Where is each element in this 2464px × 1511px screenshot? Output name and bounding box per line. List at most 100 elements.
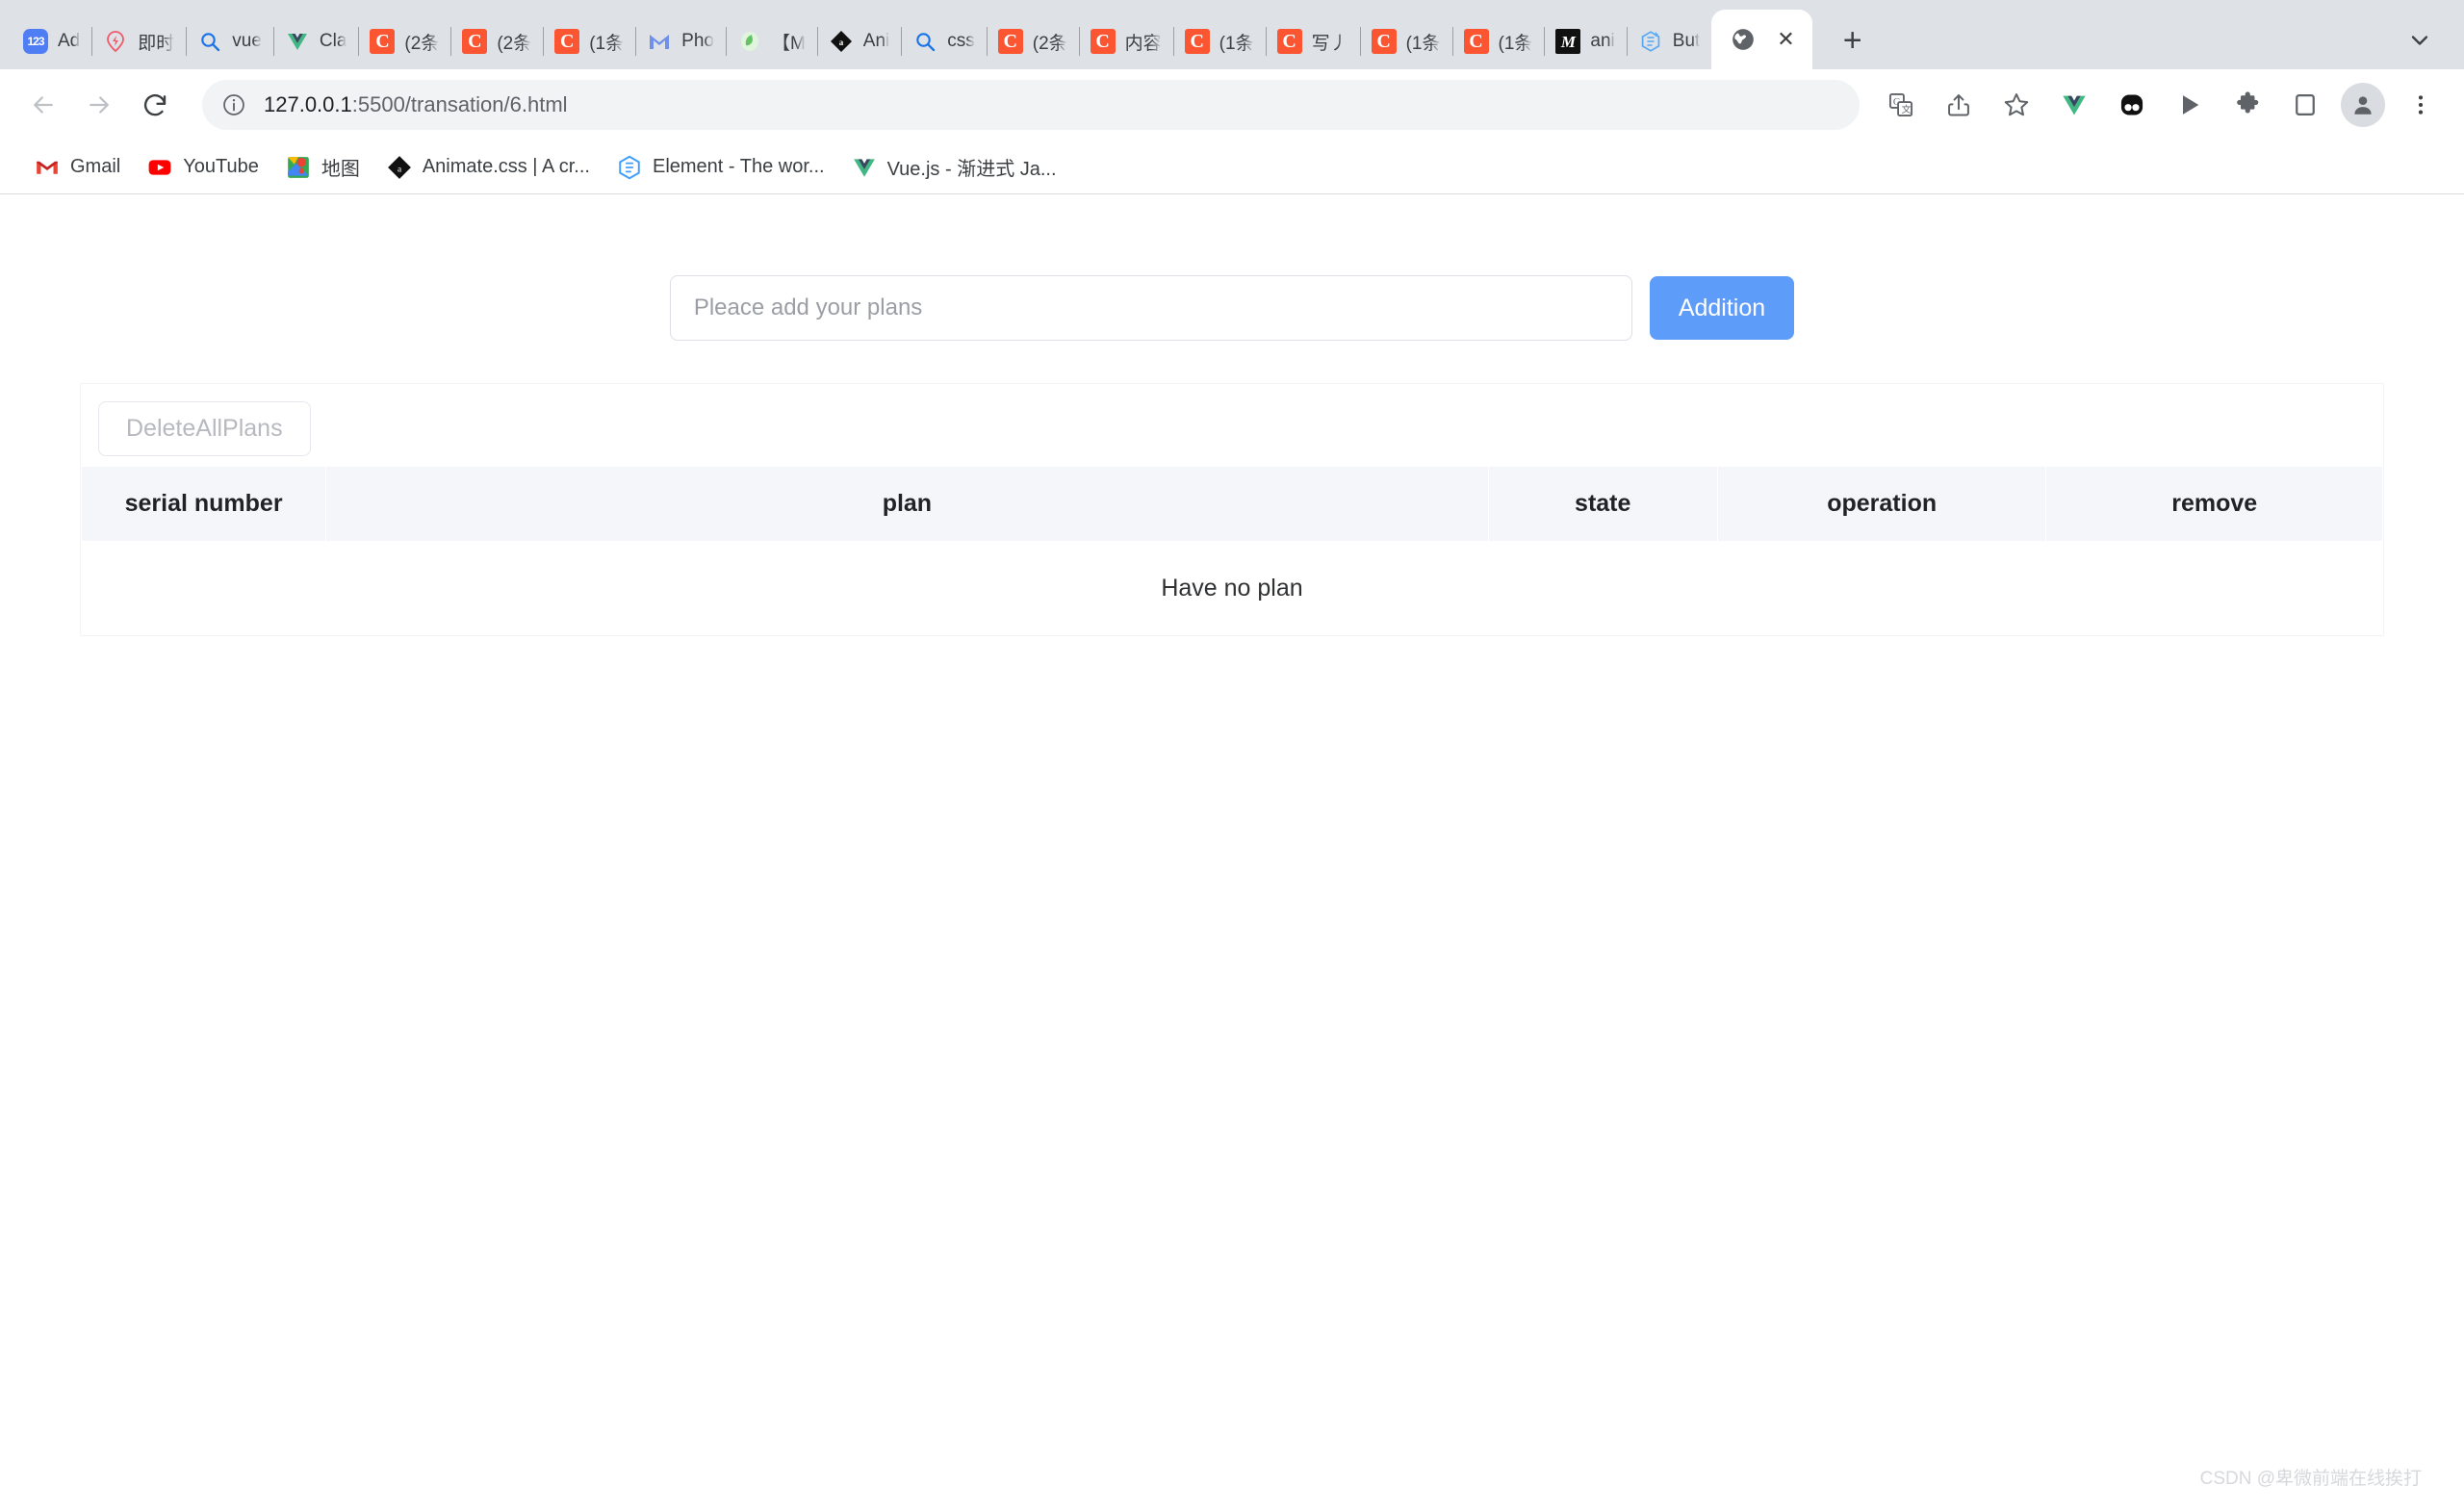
side-panel-icon[interactable]: [2279, 79, 2331, 131]
tab-18[interactable]: But: [1626, 13, 1712, 69]
tab-strip: 123 Ad 即时 vue Cla C (2条 C (2条 C (1条 Pho 【M a Ani css C (2…: [0, 0, 2464, 69]
csdn-icon: C: [1090, 29, 1116, 54]
tab-title: (2条: [497, 33, 532, 54]
tab-title: (1条: [1498, 33, 1533, 54]
tab-15[interactable]: C (1条: [1359, 13, 1452, 69]
tab-title: 即时: [138, 33, 175, 54]
search-icon: [912, 29, 937, 54]
extensions-puzzle-icon[interactable]: [2221, 79, 2273, 131]
profile-avatar-icon[interactable]: [2341, 83, 2385, 127]
tab-title: 内容: [1124, 33, 1162, 54]
tab-title: But: [1672, 31, 1701, 51]
url-path: :5500/transation/6.html: [351, 92, 568, 116]
tab-title: ani: [1590, 31, 1615, 51]
plan-input[interactable]: [669, 275, 1632, 341]
bookmark-youtube[interactable]: YouTube: [134, 149, 272, 186]
bookmark-label: Vue.js - 渐进式 Ja...: [886, 159, 1057, 180]
vue-devtools-icon[interactable]: [2048, 79, 2100, 131]
toolbar-actions: G文: [1875, 79, 2447, 131]
tab-16[interactable]: C (1条: [1451, 13, 1545, 69]
tab-title: (1条: [1219, 33, 1254, 54]
tab-title: Pho: [681, 31, 714, 51]
tab-title: css: [947, 31, 975, 51]
search-icon: [197, 29, 222, 54]
tab-title: (1条: [1405, 33, 1441, 54]
tab-4[interactable]: C (2条: [358, 13, 450, 69]
tab-3[interactable]: Cla: [272, 13, 359, 69]
tab-title: vue: [232, 31, 262, 51]
bookmark-gmail[interactable]: Gmail: [21, 149, 134, 186]
column-header-plan: plan: [325, 466, 1489, 542]
translate-icon[interactable]: G文: [1875, 79, 1927, 131]
column-header-serial-number: serial number: [80, 466, 327, 542]
bookmark-label: YouTube: [183, 156, 259, 177]
tab-7[interactable]: Pho: [635, 13, 726, 69]
123-icon: 123: [23, 29, 48, 54]
svg-text:a: a: [839, 38, 844, 47]
new-tab-button[interactable]: +: [1826, 13, 1880, 67]
csdn-icon: C: [1276, 29, 1302, 54]
tab-14[interactable]: C 写丿: [1265, 13, 1360, 69]
column-header-state: state: [1487, 466, 1718, 542]
tab-title: 【M: [771, 33, 806, 54]
eyes-extension-icon[interactable]: [2106, 79, 2158, 131]
tab-1[interactable]: 即时: [91, 13, 186, 69]
addition-button[interactable]: Addition: [1649, 276, 1795, 340]
address-bar[interactable]: 127.0.0.1:5500/transation/6.html: [202, 80, 1860, 130]
csdn-icon: C: [1463, 29, 1489, 54]
play-icon[interactable]: [2164, 79, 2216, 131]
csdn-icon: C: [554, 29, 580, 54]
browser-toolbar: 127.0.0.1:5500/transation/6.html G文: [0, 69, 2464, 141]
column-header-remove: remove: [2045, 466, 2383, 542]
info-circle-icon[interactable]: [221, 92, 246, 117]
tab-11[interactable]: C (2条: [986, 13, 1079, 69]
plans-card: DeleteAllPlans serial number plan state …: [80, 383, 2384, 636]
three-dot-menu-icon[interactable]: [2395, 79, 2447, 131]
animate-diamond-icon: a: [829, 29, 854, 54]
tab-close-icon[interactable]: ✕: [1777, 29, 1794, 50]
tab-active[interactable]: ✕: [1711, 10, 1812, 69]
csdn-icon: C: [997, 29, 1023, 54]
vue-icon: [852, 155, 877, 180]
tab-list-chevron-down-icon[interactable]: [2400, 21, 2439, 60]
tab-2[interactable]: vue: [186, 13, 273, 69]
csdn-watermark: CSDN @卑微前端在线挨打: [2199, 1469, 2422, 1489]
tab-title: Ani: [862, 31, 890, 51]
tab-title: Cla: [319, 31, 347, 51]
lightning-pin-icon: [103, 29, 128, 54]
forward-button[interactable]: [73, 79, 125, 131]
tab-6[interactable]: C (1条: [543, 13, 635, 69]
bookmark-star-icon[interactable]: [1990, 79, 2042, 131]
markdown-icon: M: [1555, 29, 1581, 54]
back-button[interactable]: [17, 79, 69, 131]
tab-13[interactable]: C (1条: [1172, 13, 1266, 69]
tab-8[interactable]: 【M: [725, 13, 817, 69]
tab-5[interactable]: C (2条: [450, 13, 543, 69]
tab-9[interactable]: a Ani: [816, 13, 901, 69]
csdn-icon: C: [370, 29, 396, 54]
tab-title: 写丿: [1311, 33, 1348, 54]
page-content: Addition DeleteAllPlans serial number pl…: [0, 198, 2464, 1511]
bookmark-animate-css[interactable]: a Animate.css | A cr...: [373, 149, 603, 186]
csdn-icon: C: [1371, 29, 1397, 54]
url-host: 127.0.0.1: [264, 92, 352, 116]
youtube-icon: [147, 155, 172, 180]
bookmark-label: 地图: [321, 159, 360, 180]
plans-table: serial number plan state operation remov…: [80, 466, 2383, 635]
empty-state-row: Have no plan: [81, 541, 2383, 635]
reload-button[interactable]: [129, 79, 181, 131]
tab-title: (2条: [404, 33, 440, 54]
add-plan-form: Addition: [0, 198, 2464, 341]
tab-10[interactable]: css: [901, 13, 987, 69]
bookmark-element-ui[interactable]: Element - The wor...: [603, 149, 838, 186]
bookmark-maps[interactable]: 地图: [272, 147, 373, 187]
empty-state-message: Have no plan: [81, 541, 2383, 635]
bookmark-vuejs[interactable]: Vue.js - 渐进式 Ja...: [838, 147, 1070, 187]
element-ui-icon: [617, 155, 642, 180]
delete-all-plans-button[interactable]: DeleteAllPlans: [98, 401, 311, 456]
share-icon[interactable]: [1933, 79, 1985, 131]
tab-0[interactable]: 123 Ad: [12, 13, 91, 69]
tab-17[interactable]: Mani: [1544, 13, 1626, 69]
tab-12[interactable]: C 内容: [1078, 13, 1173, 69]
csdn-icon: C: [1184, 29, 1210, 54]
